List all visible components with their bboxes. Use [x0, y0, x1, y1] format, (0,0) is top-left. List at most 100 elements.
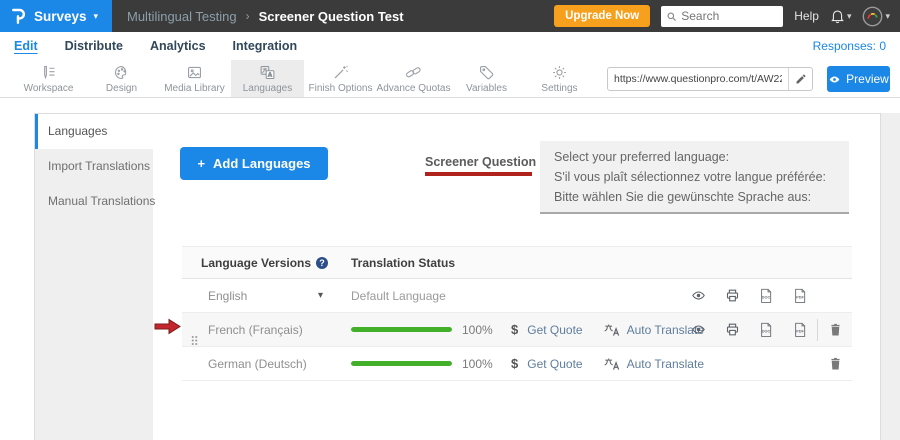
dollar-icon[interactable]: $ [511, 322, 518, 337]
header-translation-status: Translation Status [351, 256, 455, 270]
languages-sidebar: Languages Import Translations Manual Tra… [35, 114, 153, 440]
screener-line-german: Bitte wählen Sie die gewünschte Sprache … [554, 187, 835, 207]
help-tooltip-icon[interactable]: ? [316, 257, 328, 269]
languages-card: Languages Import Translations Manual Tra… [34, 113, 881, 440]
pdf-download-icon[interactable]: PDF [783, 322, 817, 338]
tab-edit[interactable]: Edit [14, 39, 38, 53]
doc-download-icon[interactable]: DOC [749, 322, 783, 338]
edit-toolbar: Workspace Design Media Library A Languag… [0, 60, 900, 98]
media-library-icon [186, 64, 203, 81]
screener-question-label: Screener Question : [425, 155, 544, 169]
breadcrumb-parent[interactable]: Multilingual Testing [127, 9, 237, 24]
toolbar-item-design[interactable]: Design [85, 60, 158, 97]
table-header: Language Versions ? Translation Status [182, 246, 852, 279]
svg-text:DOC: DOC [762, 329, 771, 333]
toolbar-item-languages[interactable]: A Languages [231, 60, 304, 97]
search-input[interactable] [681, 9, 771, 23]
view-icon[interactable] [681, 323, 715, 336]
red-arrow-annotation [154, 318, 181, 340]
language-dropdown-icon[interactable]: ▾ [318, 290, 323, 301]
print-icon[interactable] [715, 288, 749, 303]
table-row-english: English ▾ Default Language [182, 279, 852, 313]
workspace-icon [40, 64, 57, 81]
tab-distribute[interactable]: Distribute [65, 39, 123, 53]
questionpro-logo-icon [10, 7, 27, 25]
eye-icon [828, 74, 841, 85]
survey-nav: Edit Distribute Analytics Integration Re… [0, 32, 900, 60]
sidebar-item-languages[interactable]: Languages [35, 114, 153, 149]
get-quote-link[interactable]: Get Quote [527, 323, 582, 337]
delete-icon[interactable] [818, 322, 852, 337]
translation-progress-bar [351, 361, 452, 366]
responses-count[interactable]: Responses: 0 [813, 39, 886, 53]
languages-content: + Add Languages Screener Question : Sele… [153, 114, 880, 440]
progress-percent: 100% [462, 357, 492, 371]
finish-options-icon [332, 64, 349, 81]
language-versions-table: Language Versions ? Translation Status E… [182, 246, 852, 381]
table-row-german: German (Deutsch) 100% $ Get Quote Auto T… [182, 347, 852, 381]
chevron-down-icon: ▾ [94, 11, 99, 22]
search-icon [666, 11, 677, 22]
bell-icon [830, 8, 845, 24]
edit-url-button[interactable] [788, 68, 812, 90]
survey-url-input[interactable] [608, 73, 788, 85]
pencil-icon [795, 73, 807, 85]
help-link[interactable]: Help [794, 9, 819, 23]
default-language-label: Default Language [351, 289, 446, 303]
breadcrumb-separator: › [246, 9, 250, 23]
surveys-menu[interactable]: Surveys ▾ [0, 0, 112, 32]
table-row-french: French (Français) 100% $ Get Quote Auto … [182, 313, 852, 347]
languages-icon: A [259, 64, 276, 81]
survey-url-field[interactable] [607, 67, 813, 91]
sidebar-item-import-translations[interactable]: Import Translations [35, 149, 153, 184]
header-language-versions: Language Versions [201, 256, 311, 270]
language-name: German (Deutsch) [208, 357, 307, 371]
screener-line-french: S'il vous plaît sélectionnez votre langu… [554, 167, 835, 187]
auto-translate-icon[interactable] [604, 323, 621, 337]
screener-line-english: Select your preferred language: [554, 147, 835, 167]
toolbar-item-settings[interactable]: Settings [523, 60, 596, 97]
plus-icon: + [197, 156, 205, 171]
svg-text:PDF: PDF [796, 329, 804, 333]
upgrade-now-button[interactable]: Upgrade Now [554, 5, 650, 27]
print-icon[interactable] [715, 322, 749, 337]
sidebar-item-manual-translations[interactable]: Manual Translations [35, 184, 153, 219]
chevron-down-icon: ▾ [885, 11, 890, 22]
delete-icon[interactable] [818, 356, 852, 371]
top-bar: Surveys ▾ Multilingual Testing › Screene… [0, 0, 900, 32]
main-area: Languages Import Translations Manual Tra… [0, 98, 900, 440]
toolbar-item-advance-quotas[interactable]: Advance Quotas [377, 60, 450, 97]
svg-text:PDF: PDF [796, 295, 804, 299]
auto-translate-icon[interactable] [604, 357, 621, 371]
tab-analytics[interactable]: Analytics [150, 39, 206, 53]
toolbar-item-variables[interactable]: Variables [450, 60, 523, 97]
chevron-down-icon: ▾ [847, 11, 852, 22]
settings-icon [551, 64, 568, 81]
product-name: Surveys [34, 9, 87, 24]
advance-quotas-icon [405, 64, 422, 81]
toolbar-item-finish-options[interactable]: Finish Options [304, 60, 377, 97]
progress-percent: 100% [462, 323, 492, 337]
doc-download-icon[interactable]: DOC [749, 288, 783, 304]
toolbar-item-media-library[interactable]: Media Library [158, 60, 231, 97]
dollar-icon[interactable]: $ [511, 356, 518, 371]
get-quote-link[interactable]: Get Quote [527, 357, 582, 371]
screener-question-preview: Select your preferred language: S'il vou… [540, 141, 849, 214]
svg-text:DOC: DOC [762, 295, 771, 299]
breadcrumb: Multilingual Testing › Screener Question… [127, 9, 404, 24]
notifications-menu[interactable]: ▾ [830, 8, 852, 24]
account-menu[interactable]: ▾ [862, 6, 890, 27]
add-languages-button[interactable]: + Add Languages [180, 147, 328, 180]
variables-icon [478, 64, 495, 81]
pdf-download-icon[interactable]: PDF [783, 288, 817, 304]
tab-integration[interactable]: Integration [233, 39, 298, 53]
toolbar-item-workspace[interactable]: Workspace [12, 60, 85, 97]
design-icon [113, 64, 130, 81]
preview-button[interactable]: Preview [827, 66, 890, 92]
view-icon[interactable] [681, 289, 715, 302]
search-box[interactable] [661, 6, 783, 27]
translation-progress-bar [351, 327, 452, 332]
breadcrumb-current: Screener Question Test [259, 9, 404, 24]
red-underline-annotation [425, 172, 532, 176]
page-background [881, 113, 900, 440]
